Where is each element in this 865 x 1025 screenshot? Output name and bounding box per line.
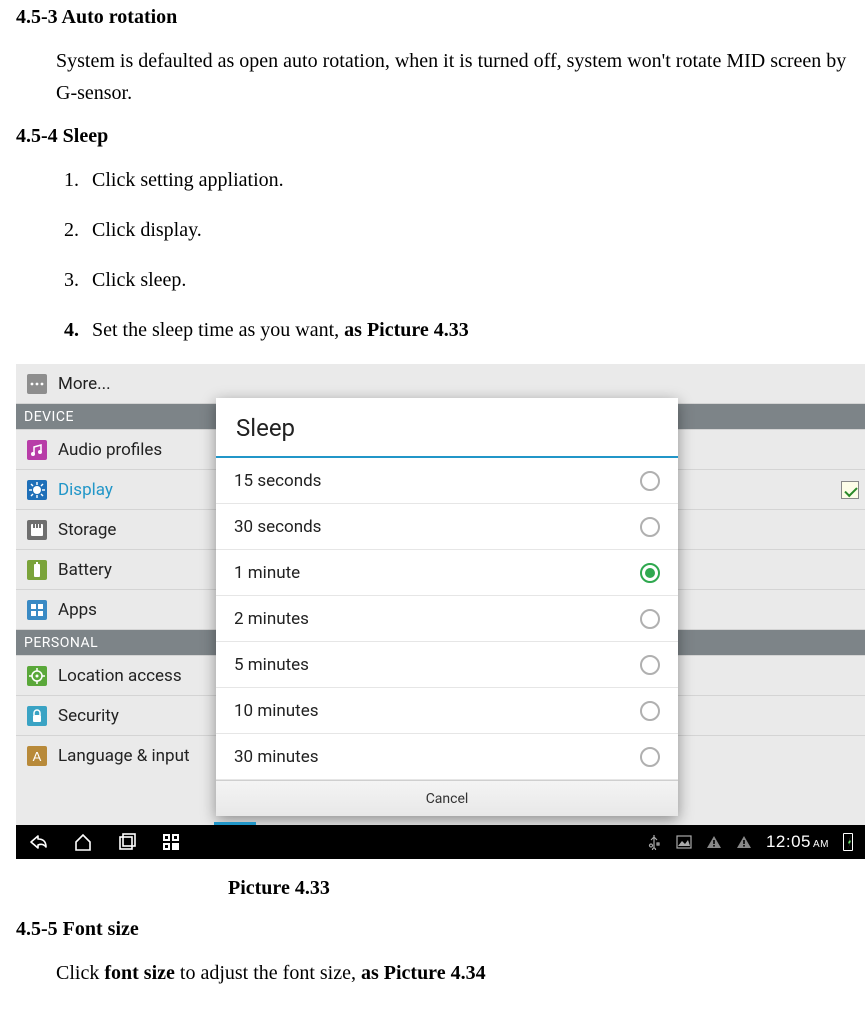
option-label: 5 minutes (234, 655, 309, 675)
step-num: 1. (64, 164, 92, 196)
row-label: Apps (58, 600, 97, 620)
row-label: Battery (58, 560, 112, 580)
picture-icon (676, 834, 692, 850)
step-1: 1. Click setting appliation. (64, 164, 849, 196)
figure-caption-433: Picture 4.33 (228, 877, 849, 900)
row-label: Location access (58, 666, 182, 686)
checkbox-icon (841, 481, 859, 499)
step-text: Click setting appliation. (92, 164, 849, 196)
language-icon: A (26, 745, 48, 767)
battery-icon (26, 559, 48, 581)
s455-bold1: font size (104, 962, 175, 984)
location-icon (26, 665, 48, 687)
s455-mid: to adjust the font size, (175, 962, 361, 984)
row-label: Display (58, 480, 113, 500)
step-text: Set the sleep time as you want, as Pictu… (92, 314, 849, 346)
time-ampm: AM (813, 839, 829, 850)
apps-icon (26, 599, 48, 621)
row-label: Security (58, 706, 119, 726)
s455-bold2: as Picture 4.34 (361, 962, 486, 984)
section-label: DEVICE (24, 409, 74, 425)
document-page: 4.5-3 Auto rotation System is defaulted … (0, 0, 865, 1025)
recent-button[interactable] (116, 831, 138, 853)
step-3: 3. Click sleep. (64, 264, 849, 296)
back-button[interactable] (28, 831, 50, 853)
option-label: 10 minutes (234, 701, 318, 721)
usb-icon (646, 834, 662, 850)
heading-453: 4.5-3 Auto rotation (16, 6, 849, 29)
time-value: 12:05 (766, 832, 811, 851)
row-label: Audio profiles (58, 440, 162, 460)
warning-icon (736, 834, 752, 850)
heading-454: 4.5-4 Sleep (16, 125, 849, 148)
screenshot-button[interactable] (160, 831, 182, 853)
radio-icon (640, 655, 660, 675)
radio-icon (640, 747, 660, 767)
screenshot-figure: More... DEVICE Audio profiles Display (16, 364, 865, 859)
row-label: More... (58, 374, 111, 394)
cancel-button[interactable]: Cancel (216, 780, 678, 816)
steps-454: 1. Click setting appliation. 2. Click di… (64, 164, 849, 346)
option-label: 30 minutes (234, 747, 318, 767)
option-label: 1 minute (234, 563, 300, 583)
option-label: 15 seconds (234, 471, 321, 491)
svg-text:A: A (33, 749, 42, 764)
s455-prefix: Click (56, 962, 104, 984)
home-button[interactable] (72, 831, 94, 853)
sleep-option-15s[interactable]: 15 seconds (216, 458, 678, 504)
sleep-option-5m[interactable]: 5 minutes (216, 642, 678, 688)
sleep-option-1m[interactable]: 1 minute (216, 550, 678, 596)
step-num: 4. (64, 314, 92, 346)
option-label: 2 minutes (234, 609, 309, 629)
body-453: System is defaulted as open auto rotatio… (56, 45, 849, 109)
radio-icon (640, 609, 660, 629)
security-icon (26, 705, 48, 727)
audio-icon (26, 439, 48, 461)
nav-buttons (16, 831, 182, 853)
cancel-label: Cancel (426, 791, 469, 807)
sleep-dialog: Sleep 15 seconds 30 seconds 1 minute 2 m… (216, 398, 678, 816)
step-4-prefix: Set the sleep time as you want, (92, 319, 344, 341)
heading-455: 4.5-5 Font size (16, 918, 849, 941)
sleep-option-2m[interactable]: 2 minutes (216, 596, 678, 642)
radio-icon (640, 517, 660, 537)
sleep-option-30s[interactable]: 30 seconds (216, 504, 678, 550)
status-area[interactable]: 12:05AM (646, 832, 865, 852)
row-label: Storage (58, 520, 116, 540)
clock-time: 12:05AM (766, 832, 829, 852)
step-num: 3. (64, 264, 92, 296)
storage-icon (26, 519, 48, 541)
battery-charging-icon (843, 833, 853, 851)
dialog-title: Sleep (216, 398, 678, 458)
warning-icon (706, 834, 722, 850)
display-icon (26, 479, 48, 501)
step-2: 2. Click display. (64, 214, 849, 246)
step-num: 2. (64, 214, 92, 246)
sleep-option-30m[interactable]: 30 minutes (216, 734, 678, 780)
more-icon (26, 373, 48, 395)
step-4-bold: as Picture 4.33 (344, 319, 469, 341)
sleep-option-10m[interactable]: 10 minutes (216, 688, 678, 734)
radio-icon (640, 471, 660, 491)
radio-icon (640, 563, 660, 583)
option-label: 30 seconds (234, 517, 321, 537)
system-navbar: 12:05AM (16, 825, 865, 859)
row-label: Language & input (58, 746, 190, 766)
step-text: Click sleep. (92, 264, 849, 296)
section-label: PERSONAL (24, 635, 98, 651)
radio-icon (640, 701, 660, 721)
step-4: 4. Set the sleep time as you want, as Pi… (64, 314, 849, 346)
step-text: Click display. (92, 214, 849, 246)
